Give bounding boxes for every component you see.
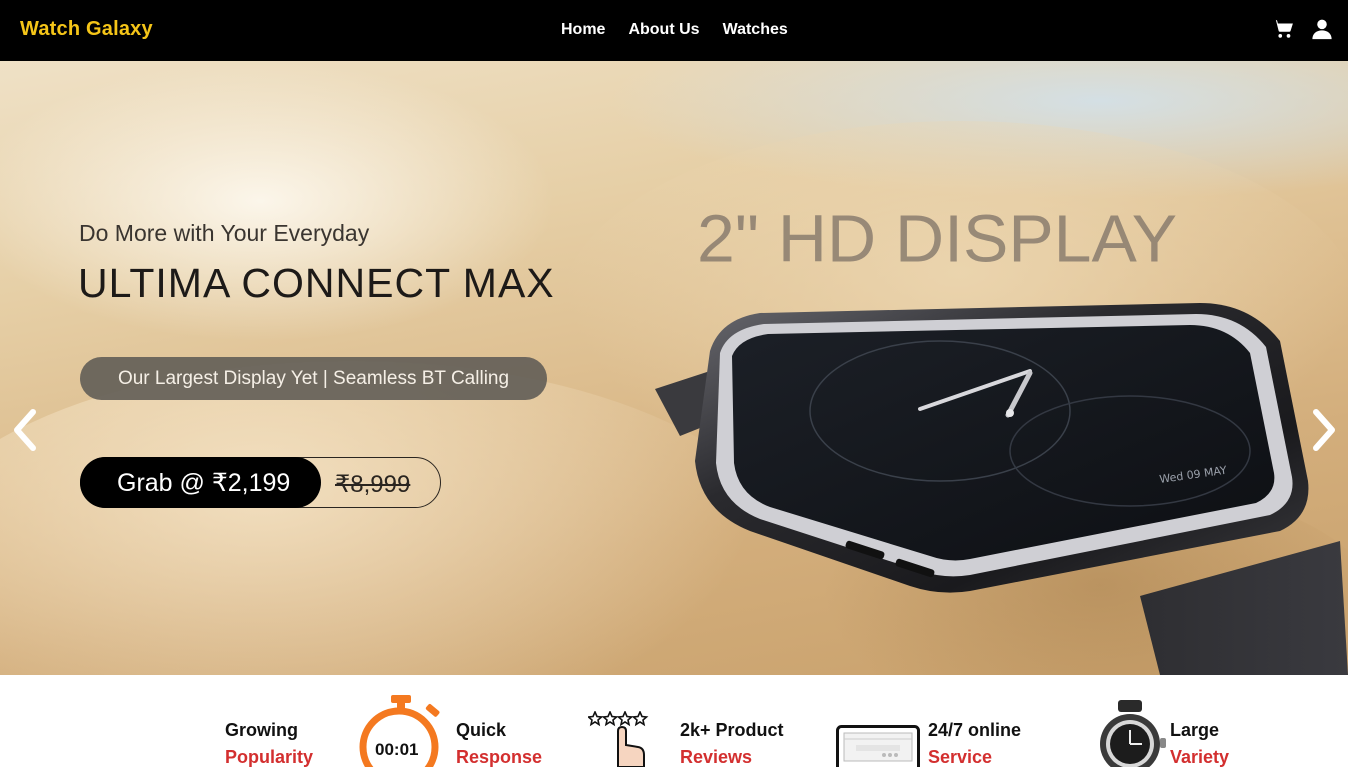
feature-accent: Reviews <box>680 747 753 767</box>
feature-title: 2k+ Product <box>680 720 784 740</box>
feature-accent: Service <box>928 747 993 767</box>
watch-icon <box>1100 700 1166 767</box>
chevron-right-icon[interactable] <box>1308 406 1340 454</box>
feature-title: Large <box>1170 720 1220 740</box>
nav-link-watches[interactable]: Watches <box>723 21 788 39</box>
old-price: ₹8,999 <box>335 471 411 498</box>
navbar: Watch Galaxy Home About Us Watches <box>0 0 1348 61</box>
price-badge[interactable]: Grab @ ₹2,199 ₹8,999 <box>80 457 441 508</box>
hero-tagline-pill: Our Largest Display Yet | Seamless BT Ca… <box>80 357 547 400</box>
feature-accent: Popularity <box>225 747 314 767</box>
chevron-left-icon[interactable] <box>9 406 41 454</box>
hero-banner: 2" HD DISPLAY Wed 09 MAY Do More with Yo… <box>0 61 1348 675</box>
feature-accent: Variety <box>1170 747 1230 767</box>
feature-accent: Response <box>456 747 543 767</box>
feature-title: Growing <box>225 720 298 740</box>
stopwatch-icon: 00:01 <box>359 695 440 767</box>
brand-logo[interactable]: Watch Galaxy <box>20 18 153 41</box>
nav-link-about-us[interactable]: About Us <box>628 21 699 39</box>
current-price[interactable]: Grab @ ₹2,199 <box>80 457 321 508</box>
nav-icons <box>1272 18 1333 40</box>
laptop-icon <box>836 725 920 767</box>
feature-title: 24/7 online <box>928 720 1022 740</box>
feature-title: Quick <box>456 720 507 740</box>
hero-subtitle: Do More with Your Everyday <box>79 220 370 246</box>
user-icon[interactable] <box>1311 18 1333 40</box>
nav-link-home[interactable]: Home <box>561 21 605 39</box>
smartwatch-image: Wed 09 MAY <box>655 303 1348 675</box>
hero-title: ULTIMA CONNECT MAX <box>78 260 555 306</box>
features-strip: Growing Popularity 00:01 Quick Response … <box>0 675 1348 767</box>
nav-links: Home About Us Watches <box>561 21 788 39</box>
cart-icon[interactable] <box>1272 18 1294 40</box>
star-review-icon <box>588 711 649 767</box>
stopwatch-time: 00:01 <box>375 740 418 759</box>
